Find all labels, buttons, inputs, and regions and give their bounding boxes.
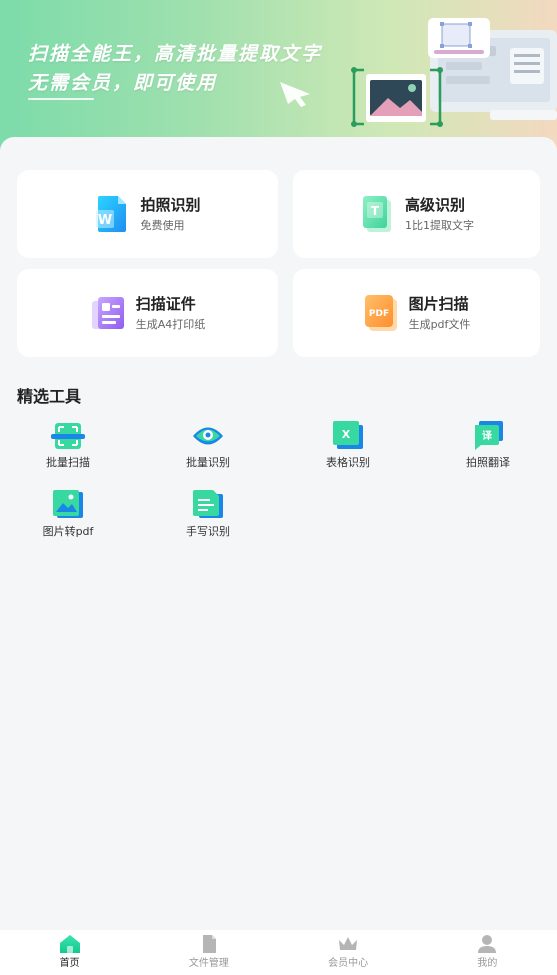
user-icon <box>478 935 497 953</box>
section-title: 精选工具 <box>17 387 82 406</box>
card-title: 拍照识别 <box>140 195 201 214</box>
app-screen: 扫描全能王，高清批量提取文字 无需会员，即可使用 W 拍照识别 免费使用 T 高… <box>0 0 557 975</box>
batch-recognize-icon <box>193 427 223 445</box>
nav-member-center[interactable]: 会员中心 <box>279 930 418 975</box>
nav-label: 文件管理 <box>188 958 229 969</box>
nav-label: 我的 <box>477 958 498 969</box>
card-title: 图片扫描 <box>408 294 469 313</box>
word-doc-icon: W <box>96 196 127 232</box>
excel-icon: X <box>333 421 363 449</box>
nav-home[interactable]: 首页 <box>0 930 139 975</box>
svg-text:W: W <box>98 213 112 228</box>
photo-recognize-card[interactable]: W 拍照识别 免费使用 <box>17 170 278 258</box>
file-icon <box>202 935 216 953</box>
card-subtitle: 1比1提取文字 <box>405 218 474 232</box>
batch-scan-icon <box>51 423 85 449</box>
tool-table-recognize[interactable]: X 表格识别 <box>298 421 398 470</box>
promo-banner[interactable]: 扫描全能王，高清批量提取文字 无需会员，即可使用 <box>0 0 557 150</box>
image-scan-card[interactable]: PDF 图片扫描 生成pdf文件 <box>293 269 540 357</box>
advanced-recognize-card[interactable]: T 高级识别 1比1提取文字 <box>293 170 540 258</box>
scan-id-card[interactable]: 扫描证件 生成A4打印纸 <box>17 269 278 357</box>
translate-icon: 译 <box>475 421 503 450</box>
home-icon <box>59 935 80 953</box>
tool-label: 表格识别 <box>326 456 370 469</box>
pdf-icon: PDF <box>364 295 397 331</box>
id-card-icon <box>91 297 124 329</box>
tool-image-to-pdf[interactable]: 图片转pdf <box>18 490 118 539</box>
handwriting-icon <box>193 490 223 518</box>
tool-photo-translate[interactable]: 译 拍照翻译 <box>438 421 538 470</box>
tool-label: 批量扫描 <box>46 456 90 469</box>
card-title: 扫描证件 <box>135 294 196 313</box>
card-subtitle: 免费使用 <box>140 218 185 232</box>
tool-label: 批量识别 <box>186 456 230 469</box>
svg-text:T: T <box>371 204 380 218</box>
image-to-pdf-icon <box>53 490 83 518</box>
card-subtitle: 生成pdf文件 <box>408 317 471 331</box>
tool-handwriting-recognize[interactable]: 手写识别 <box>158 490 258 539</box>
nav-label: 会员中心 <box>328 958 369 969</box>
bottom-nav: 首页 文件管理 会员中心 我的 <box>0 930 557 975</box>
svg-text:译: 译 <box>482 429 493 442</box>
tool-label: 图片转pdf <box>42 525 94 538</box>
tool-label: 拍照翻译 <box>466 456 510 469</box>
svg-text:X: X <box>342 428 351 441</box>
card-title: 高级识别 <box>405 195 466 214</box>
nav-file-manage[interactable]: 文件管理 <box>139 930 278 975</box>
tool-batch-recognize[interactable]: 批量识别 <box>158 421 258 470</box>
text-doc-icon: T <box>363 196 391 232</box>
svg-text:PDF: PDF <box>368 309 388 319</box>
banner-underline <box>28 98 94 100</box>
nav-mine[interactable]: 我的 <box>418 930 557 975</box>
tool-batch-scan[interactable]: 批量扫描 <box>18 421 118 470</box>
crown-icon <box>339 937 358 950</box>
nav-label: 首页 <box>59 958 80 969</box>
scanner-illustration-icon <box>280 18 557 127</box>
card-subtitle: 生成A4打印纸 <box>135 317 206 331</box>
main-content: W 拍照识别 免费使用 T 高级识别 1比1提取文字 扫描证件 生成A4打印纸 … <box>0 137 557 930</box>
tool-label: 手写识别 <box>186 525 230 538</box>
